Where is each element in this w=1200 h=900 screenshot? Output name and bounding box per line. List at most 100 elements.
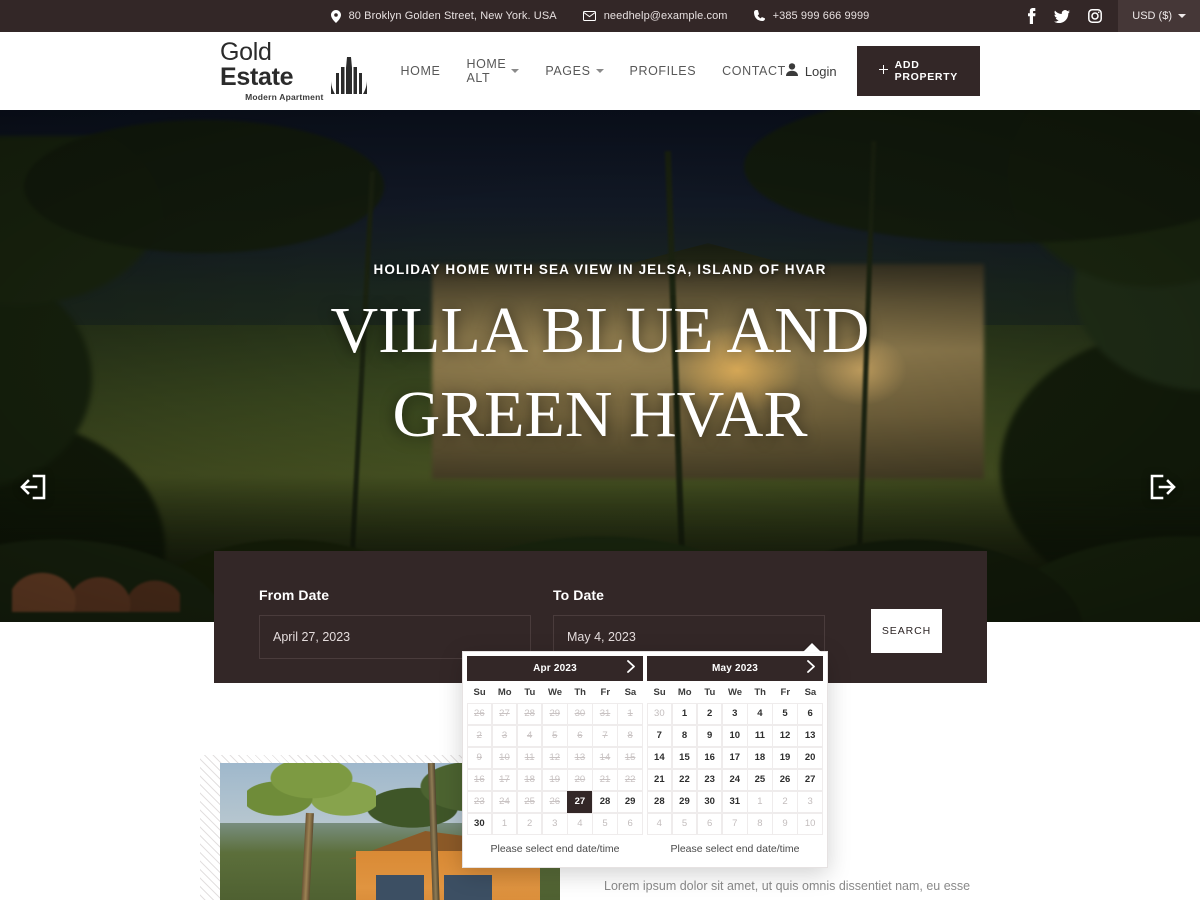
weekday-mo: Mo: [677, 687, 692, 698]
chevron-right-icon[interactable]: [627, 660, 635, 676]
calendar-day-cell[interactable]: 26: [772, 768, 798, 791]
search-button[interactable]: SEARCH: [871, 609, 942, 653]
phone-item[interactable]: +385 999 666 9999: [753, 10, 870, 22]
calendar-day-cell[interactable]: 14: [646, 746, 673, 769]
instagram-icon[interactable]: [1088, 9, 1103, 23]
currency-selector[interactable]: USD ($): [1118, 0, 1200, 32]
calendar-day-cell[interactable]: 10: [721, 724, 748, 747]
calendar-day-cell[interactable]: 22: [671, 768, 698, 791]
about-image-window-2: [444, 875, 492, 900]
calendar-day-cell: 2: [466, 724, 493, 747]
chevron-down-icon: [1178, 14, 1186, 18]
calendar-day-cell[interactable]: 23: [696, 768, 723, 791]
calendar-day-cell[interactable]: 19: [772, 746, 798, 769]
from-date-field: From Date April 27, 2023: [259, 587, 531, 659]
calendar-day-cell[interactable]: 28: [592, 790, 618, 813]
nav-label: HOME ALT: [466, 57, 507, 85]
logo-text-light: Gold: [220, 38, 272, 67]
calendar-month-label: Apr 2023: [533, 663, 577, 674]
logo-wordmark: Gold Estate Modern Apartment: [220, 40, 324, 102]
login-label: Login: [804, 63, 837, 79]
calendar-day-cell[interactable]: 13: [797, 724, 823, 747]
calendar-day-cell: 31: [592, 702, 618, 725]
from-date-label: From Date: [259, 587, 330, 603]
calendar-day-cell: 5: [671, 812, 698, 835]
calendar-day-cell[interactable]: 28: [646, 790, 673, 813]
weekday-mo: Mo: [497, 687, 512, 698]
calendar-day-cell: 7: [592, 724, 618, 747]
calendar-day-cell: 6: [696, 812, 723, 835]
calendar-day-cell[interactable]: 17: [721, 746, 748, 769]
calendar-day-cell[interactable]: 15: [671, 746, 698, 769]
calendar-day-cell[interactable]: 31: [721, 790, 748, 813]
chevron-right-icon[interactable]: [807, 660, 815, 676]
weekday-tu: Tu: [704, 687, 716, 698]
calendar-day-cell: 13: [567, 746, 593, 769]
date-range-picker-popup: Apr 2023 Su Mo Tu We Th Fr Sa 26 27 28 29 30…: [462, 643, 828, 868]
calendar-header-april: Apr 2023: [467, 656, 643, 681]
hero-subtitle: HOLIDAY HOME WITH SEA VIEW IN JELSA, ISL…: [373, 262, 827, 277]
calendar-day-cell[interactable]: 1: [671, 702, 698, 725]
calendar-day-cell[interactable]: 27: [797, 768, 823, 791]
chevron-down-icon: [511, 69, 520, 73]
calendar-month-label: May 2023: [711, 663, 759, 674]
main-navigation: HOME HOME ALT PAGES PROFILES CONTACT: [401, 57, 786, 85]
weekday-we: We: [547, 687, 563, 698]
calendar-day-cell[interactable]: 11: [747, 724, 773, 747]
calendar-day-cell: 16: [466, 768, 493, 791]
calendar-day-cell[interactable]: 18: [747, 746, 773, 769]
calendar-day-cell[interactable]: 30: [466, 812, 493, 835]
facebook-icon[interactable]: [1027, 8, 1036, 24]
weekday-tu: Tu: [524, 687, 536, 698]
calendar-day-cell[interactable]: 20: [797, 746, 823, 769]
nav-item-profiles[interactable]: PROFILES: [630, 64, 697, 78]
calendar-day-cell[interactable]: 30: [696, 790, 723, 813]
calendar-month-april: Apr 2023 Su Mo Tu We Th Fr Sa 26 27 28 29 30…: [466, 656, 643, 863]
nav-item-home[interactable]: HOME: [401, 64, 441, 78]
weekday-su: Su: [653, 687, 666, 698]
calendar-day-cell[interactable]: 5: [772, 702, 798, 725]
calendar-day-cell: 6: [567, 724, 593, 747]
address-text: 80 Broklyn Golden Street, New York. USA: [348, 10, 557, 22]
weekday-th: Th: [574, 687, 586, 698]
calendar-day-cell[interactable]: 7: [646, 724, 673, 747]
calendar-day-cell: 23: [466, 790, 493, 813]
calendar-day-cell: 30: [567, 702, 593, 725]
calendar-day-cell: 4: [567, 812, 593, 835]
calendar-day-cell[interactable]: 6: [797, 702, 823, 725]
add-property-button[interactable]: ADD PROPERTY: [856, 46, 980, 96]
calendar-day-cell[interactable]: 4: [747, 702, 773, 725]
arrow-right-bracket-icon[interactable]: [1148, 472, 1178, 507]
nav-item-contact[interactable]: CONTACT: [722, 64, 786, 78]
top-info-bar: 80 Broklyn Golden Street, New York. USA …: [0, 0, 1200, 32]
calendar-day-cell: 25: [516, 790, 543, 813]
calendar-day-cell[interactable]: 21: [646, 768, 673, 791]
calendar-day-cell[interactable]: 27: [567, 790, 593, 813]
calendar-footer-note: Please select end date/time: [490, 843, 620, 855]
address-item: 80 Broklyn Golden Street, New York. USA: [330, 9, 557, 23]
weekday-fr: Fr: [600, 687, 611, 698]
calendar-day-cell[interactable]: 24: [721, 768, 748, 791]
calendar-day-cell[interactable]: 9: [696, 724, 723, 747]
calendar-day-cell: 9: [466, 746, 493, 769]
calendar-day-cell: 20: [567, 768, 593, 791]
calendar-day-cell[interactable]: 29: [617, 790, 643, 813]
nav-item-pages[interactable]: PAGES: [545, 64, 604, 78]
calendar-day-cell: 2: [516, 812, 543, 835]
login-button[interactable]: Login: [785, 63, 837, 79]
calendar-day-cell[interactable]: 29: [671, 790, 698, 813]
nav-item-home-alt[interactable]: HOME ALT: [466, 57, 520, 85]
calendar-day-cell[interactable]: 8: [671, 724, 698, 747]
calendar-day-cell[interactable]: 25: [747, 768, 773, 791]
arrow-left-bracket-icon[interactable]: [18, 472, 48, 507]
twitter-icon[interactable]: [1054, 9, 1071, 23]
site-logo[interactable]: Gold Estate Modern Apartment: [220, 40, 369, 102]
calendar-day-cell[interactable]: 16: [696, 746, 723, 769]
calendar-day-cell[interactable]: 2: [696, 702, 723, 725]
calendar-day-cell[interactable]: 3: [721, 702, 748, 725]
email-item[interactable]: needhelp@example.com: [582, 10, 728, 22]
weekday-fr: Fr: [780, 687, 791, 698]
about-paragraph: Lorem ipsum dolor sit amet, ut quis omni…: [604, 879, 971, 894]
calendar-day-cell: 9: [772, 812, 798, 835]
calendar-day-cell[interactable]: 12: [772, 724, 798, 747]
